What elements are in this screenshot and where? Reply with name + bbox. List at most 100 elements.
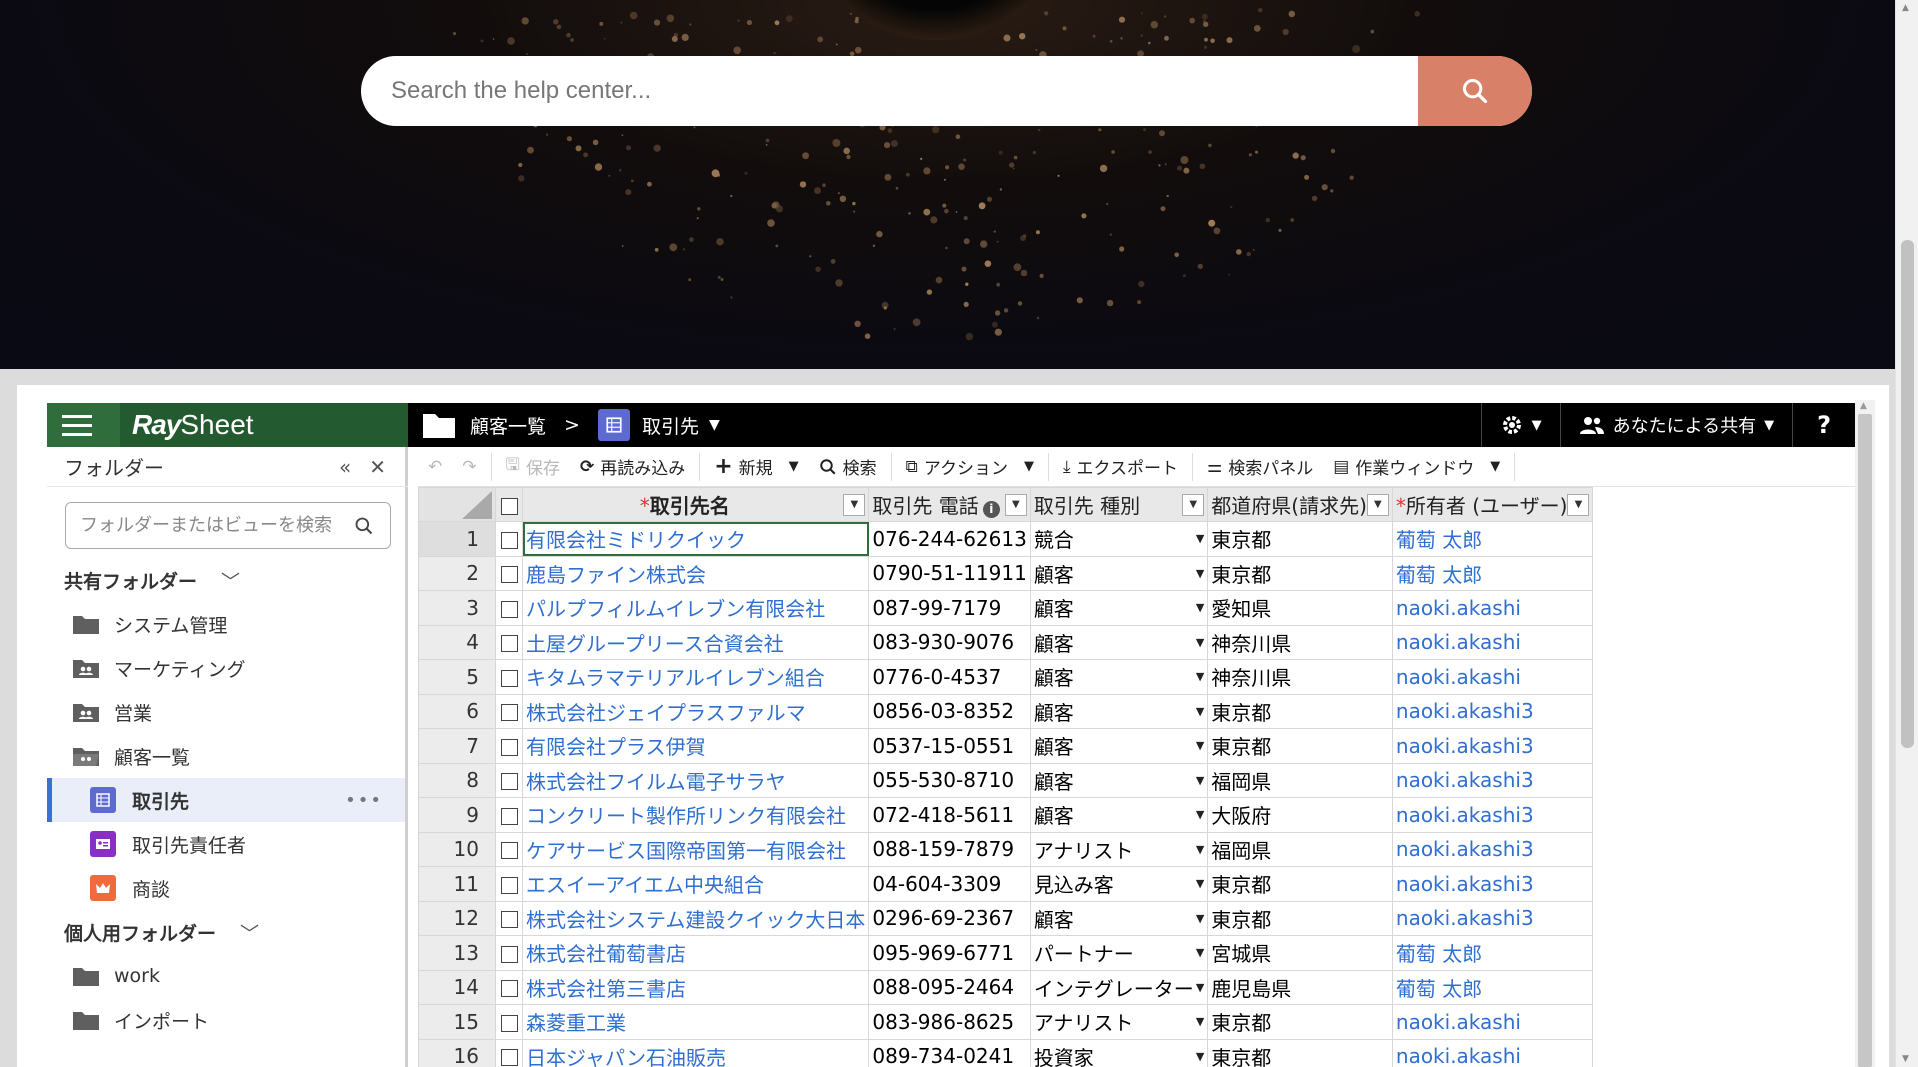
phone-cell[interactable]: 0296-69-2367 xyxy=(868,900,1031,936)
column-filter-button[interactable]: ▼ xyxy=(1182,493,1205,516)
table-row[interactable]: 1 有限会社ミドリクイック 076-244-62613 競合 ▼ 東京都 葡萄 太郎 xyxy=(418,521,1594,557)
row-number[interactable]: 1 xyxy=(418,521,496,557)
column-header-type[interactable]: 取引先 種別 ▼ xyxy=(1029,487,1209,522)
prefecture-cell[interactable]: 福岡県 xyxy=(1207,831,1393,867)
account-name-cell[interactable]: ケアサービス国際帝国第一有限会社 xyxy=(521,831,870,867)
folder-item-system[interactable]: システム管理 xyxy=(47,602,405,646)
table-row[interactable]: 14 株式会社第三書店 088-095-2464 インテグレーター ▼ 鹿児島県 葡萄 太郎 xyxy=(418,969,1594,1005)
prefecture-cell[interactable]: 大阪府 xyxy=(1207,797,1393,833)
phone-cell[interactable]: 088-095-2464 xyxy=(868,969,1031,1005)
folder-item-sales[interactable]: 営業 xyxy=(47,690,405,734)
row-number[interactable]: 14 xyxy=(418,969,496,1005)
grid-scrollbar[interactable]: ▲ xyxy=(1855,400,1875,1067)
prefecture-cell[interactable]: 東京都 xyxy=(1207,521,1393,557)
redo-button[interactable]: ↷ xyxy=(452,447,486,487)
column-filter-button[interactable]: ▼ xyxy=(1567,493,1590,516)
prefecture-cell[interactable]: 東京都 xyxy=(1207,555,1393,591)
dropdown-arrow-icon[interactable]: ▼ xyxy=(1196,532,1204,545)
folder-item-import[interactable]: インポート xyxy=(47,998,405,1042)
table-row[interactable]: 9 コンクリート製作所リンク有限会社 072-418-5611 顧客 ▼ 大阪府 naoki… xyxy=(418,797,1594,833)
personal-folders-section[interactable]: 個人用フォルダー ﹀ xyxy=(47,910,405,954)
dropdown-arrow-icon[interactable]: ▼ xyxy=(1196,808,1204,821)
account-name-cell[interactable]: 株式会社フイルム電子サラヤ xyxy=(521,762,870,798)
row-number[interactable]: 3 xyxy=(418,590,496,626)
row-number[interactable]: 15 xyxy=(418,1004,496,1040)
prefecture-cell[interactable]: 東京都 xyxy=(1207,693,1393,729)
account-name-cell[interactable]: 株式会社システム建設クイック大日本 xyxy=(521,900,870,936)
row-checkbox[interactable] xyxy=(500,876,518,894)
account-name-cell[interactable]: 森菱重工業 xyxy=(521,1004,870,1040)
search-button[interactable]: 検索 xyxy=(809,447,887,487)
dropdown-arrow-icon[interactable]: ▼ xyxy=(1196,567,1204,580)
owner-cell[interactable]: naoki.akashi xyxy=(1391,1004,1594,1040)
row-number[interactable]: 2 xyxy=(418,555,496,591)
search-icon[interactable] xyxy=(354,516,374,536)
dropdown-arrow-icon[interactable]: ▼ xyxy=(1196,877,1204,890)
account-name-cell[interactable]: 鹿島ファイン株式会 xyxy=(521,555,870,591)
owner-cell[interactable]: naoki.akashi3 xyxy=(1391,900,1594,936)
dropdown-arrow-icon[interactable]: ▼ xyxy=(1196,1050,1204,1063)
phone-cell[interactable]: 072-418-5611 xyxy=(868,797,1031,833)
phone-cell[interactable]: 055-530-8710 xyxy=(868,762,1031,798)
scroll-down-arrow-icon[interactable]: ▼ xyxy=(1902,1054,1909,1064)
account-name-cell[interactable]: エスイーアイエム中央組合 xyxy=(521,866,870,902)
row-number[interactable]: 4 xyxy=(418,624,496,660)
row-number[interactable]: 8 xyxy=(418,762,496,798)
table-row[interactable]: 11 エスイーアイエム中央組合 04-604-3309 見込み客 ▼ 東京都 naoki.a… xyxy=(418,866,1594,902)
row-number[interactable]: 16 xyxy=(418,1038,496,1067)
row-number[interactable]: 9 xyxy=(418,797,496,833)
breadcrumb-parent[interactable]: 顧客一覧 xyxy=(470,412,546,439)
row-number[interactable]: 10 xyxy=(418,831,496,867)
row-checkbox[interactable] xyxy=(500,980,518,998)
dropdown-arrow-icon[interactable]: ▼ xyxy=(1196,981,1204,994)
row-checkbox[interactable] xyxy=(500,669,518,687)
prefecture-cell[interactable]: 神奈川県 xyxy=(1207,624,1393,660)
owner-cell[interactable]: 葡萄 太郎 xyxy=(1391,935,1594,971)
table-row[interactable]: 13 株式会社葡萄書店 095-969-6771 パートナー ▼ 宮城県 葡萄 太郎 xyxy=(418,935,1594,971)
action-button[interactable]: ⧉ アクション ▼ xyxy=(896,447,1044,487)
caret-down-icon[interactable]: ▼ xyxy=(1024,459,1034,474)
phone-cell[interactable]: 095-969-6771 xyxy=(868,935,1031,971)
caret-down-icon[interactable]: ▼ xyxy=(1490,459,1500,474)
phone-cell[interactable]: 088-159-7879 xyxy=(868,831,1031,867)
phone-cell[interactable]: 0537-15-0551 xyxy=(868,728,1031,764)
export-button[interactable]: ⤓ エクスポート xyxy=(1053,447,1188,487)
table-row[interactable]: 8 株式会社フイルム電子サラヤ 055-530-8710 顧客 ▼ 福岡県 naoki.ak… xyxy=(418,762,1594,798)
help-button[interactable]: ? xyxy=(1792,403,1855,447)
row-checkbox[interactable] xyxy=(500,531,518,549)
column-header-prefecture[interactable]: 都道府県(請求先) ▼ xyxy=(1207,487,1393,522)
info-icon[interactable]: i xyxy=(982,500,1000,518)
scroll-up-arrow-icon[interactable]: ▲ xyxy=(1902,3,1909,13)
type-cell[interactable]: アナリスト ▼ xyxy=(1029,831,1209,867)
row-checkbox[interactable] xyxy=(500,635,518,653)
phone-cell[interactable]: 0856-03-8352 xyxy=(868,693,1031,729)
chevron-down-icon[interactable]: ﹀ xyxy=(221,567,240,594)
page-scrollbar[interactable]: ▲ ▼ xyxy=(1895,0,1918,1067)
type-cell[interactable]: 競合 ▼ xyxy=(1029,521,1209,557)
prefecture-cell[interactable]: 福岡県 xyxy=(1207,762,1393,798)
dropdown-arrow-icon[interactable]: ▼ xyxy=(1196,843,1204,856)
account-name-cell[interactable]: 株式会社第三書店 xyxy=(521,969,870,1005)
row-checkbox[interactable] xyxy=(500,945,518,963)
reload-button[interactable]: ⟳ 再読み込み xyxy=(570,447,695,487)
new-button[interactable]: + 新規 ▼ xyxy=(704,447,808,487)
type-cell[interactable]: 顧客 ▼ xyxy=(1029,693,1209,729)
type-cell[interactable]: パートナー ▼ xyxy=(1029,935,1209,971)
owner-cell[interactable]: naoki.akashi xyxy=(1391,659,1594,695)
dropdown-arrow-icon[interactable]: ▼ xyxy=(1196,636,1204,649)
table-row[interactable]: 2 鹿島ファイン株式会 0790-51-11911 顧客 ▼ 東京都 葡萄 太郎 xyxy=(418,555,1594,591)
dropdown-arrow-icon[interactable]: ▼ xyxy=(1196,705,1204,718)
column-filter-button[interactable]: ▼ xyxy=(843,493,866,516)
chevron-down-icon[interactable]: ﹀ xyxy=(240,919,259,946)
prefecture-cell[interactable]: 東京都 xyxy=(1207,728,1393,764)
table-row[interactable]: 16 日本ジャパン石油販売 089-734-0241 投資家 ▼ 東京都 naoki.aka… xyxy=(418,1038,1594,1067)
row-number[interactable]: 5 xyxy=(418,659,496,695)
account-name-cell[interactable]: キタムラマテリアルイレブン組合 xyxy=(521,659,870,695)
type-cell[interactable]: インテグレーター ▼ xyxy=(1029,969,1209,1005)
table-row[interactable]: 5 キタムラマテリアルイレブン組合 0776-0-4537 顧客 ▼ 神奈川県 naoki.… xyxy=(418,659,1594,695)
help-search-button[interactable] xyxy=(1418,56,1532,126)
row-checkbox[interactable] xyxy=(500,1049,518,1067)
column-filter-button[interactable]: ▼ xyxy=(1004,493,1027,516)
table-row[interactable]: 12 株式会社システム建設クイック大日本 0296-69-2367 顧客 ▼ 東京都 nao… xyxy=(418,900,1594,936)
phone-cell[interactable]: 083-930-9076 xyxy=(868,624,1031,660)
